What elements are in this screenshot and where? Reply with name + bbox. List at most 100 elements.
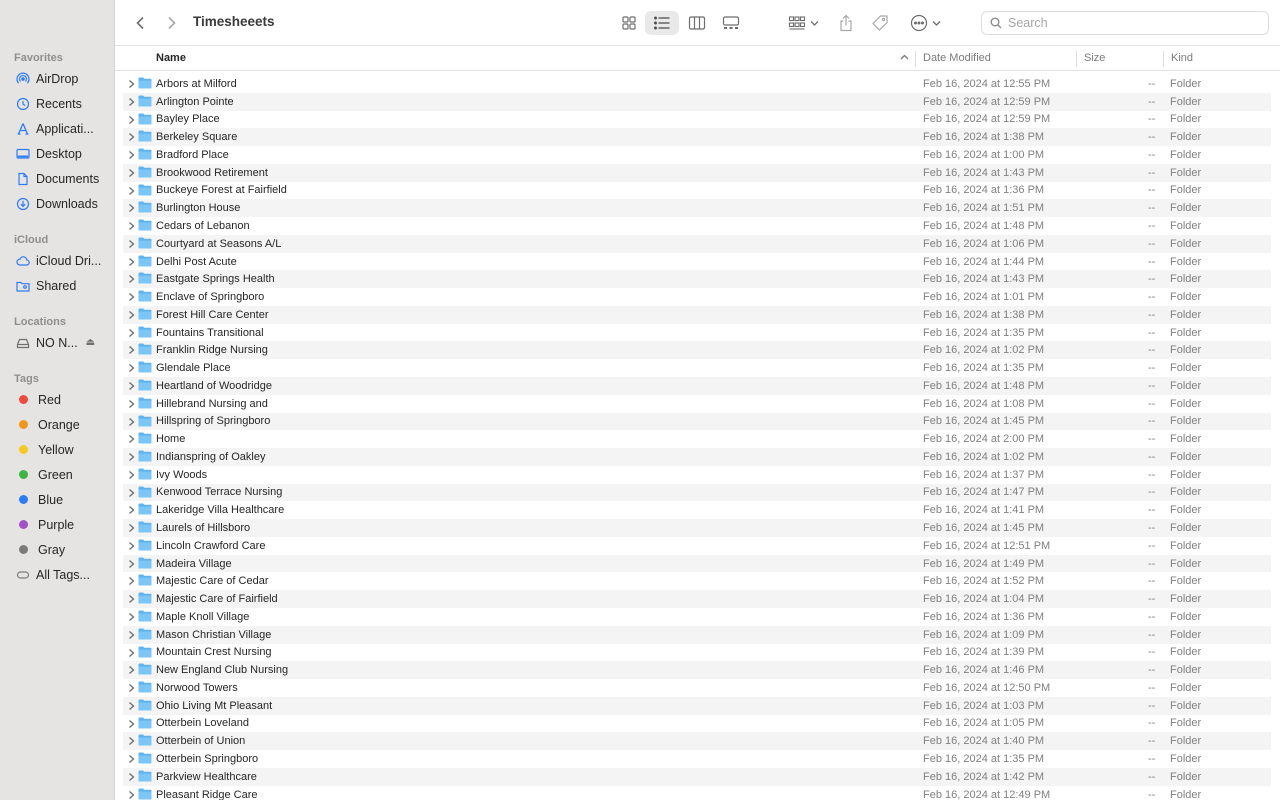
table-row[interactable]: Laurels of Hillsboro Feb 16, 2024 at 1:45… (123, 519, 1271, 537)
group-by-button[interactable] (783, 11, 823, 35)
disclosure-chevron-icon[interactable] (126, 238, 136, 250)
disclosure-chevron-icon[interactable] (126, 149, 136, 161)
table-row[interactable]: Buckeye Forest at Fairfield Feb 16, 2024 … (123, 182, 1271, 200)
disclosure-chevron-icon[interactable] (126, 629, 136, 641)
disclosure-chevron-icon[interactable] (126, 718, 136, 730)
gallery-view-button[interactable] (717, 11, 745, 35)
table-row[interactable]: Norwood Towers Feb 16, 2024 at 12:50 PM --… (123, 679, 1271, 697)
table-row[interactable]: Otterbein of Union Feb 16, 2024 at 1:40 P… (123, 732, 1271, 751)
disclosure-chevron-icon[interactable] (126, 469, 136, 481)
search-input[interactable] (1008, 16, 1248, 30)
column-divider[interactable] (1076, 51, 1077, 67)
sidebar-item-applications[interactable]: Applicati... (0, 116, 114, 141)
sidebar-item-shared[interactable]: Shared (0, 273, 114, 298)
disclosure-chevron-icon[interactable] (126, 487, 136, 499)
table-row[interactable]: Madeira Village Feb 16, 2024 at 1:49 PM --… (123, 554, 1271, 573)
sidebar-item-tag-orange[interactable]: Orange (0, 412, 114, 437)
table-row[interactable]: Brookwood Retirement Feb 16, 2024 at 1:43… (123, 163, 1271, 182)
table-row[interactable]: Otterbein Loveland Feb 16, 2024 at 1:05 P… (123, 715, 1271, 733)
table-row[interactable]: Lakeridge Villa Healthcare Feb 16, 2024 a… (123, 501, 1271, 519)
disclosure-chevron-icon[interactable] (126, 167, 136, 179)
table-row[interactable]: Cedars of Lebanon Feb 16, 2024 at 1:48 PM… (123, 217, 1271, 235)
sidebar-item-tag-red[interactable]: Red (0, 387, 114, 412)
table-row[interactable]: Pleasant Ridge Care Feb 16, 2024 at 12:49… (123, 786, 1271, 800)
disclosure-chevron-icon[interactable] (126, 647, 136, 659)
disclosure-chevron-icon[interactable] (126, 185, 136, 197)
sidebar-item-all-tags[interactable]: All Tags... (0, 562, 114, 587)
table-row[interactable]: Hillebrand Nursing and Feb 16, 2024 at 1:… (123, 395, 1271, 413)
sidebar-item-tag-gray[interactable]: Gray (0, 537, 114, 562)
disclosure-chevron-icon[interactable] (126, 309, 136, 321)
disclosure-chevron-icon[interactable] (126, 540, 136, 552)
sidebar-item-icloud-drive[interactable]: iCloud Dri... (0, 248, 114, 273)
table-row[interactable]: Arlington Pointe Feb 16, 2024 at 12:59 PM… (123, 92, 1271, 111)
disclosure-chevron-icon[interactable] (126, 451, 136, 463)
disclosure-chevron-icon[interactable] (126, 256, 136, 268)
disclosure-chevron-icon[interactable] (126, 344, 136, 356)
sidebar-item-desktop[interactable]: Desktop (0, 141, 114, 166)
disclosure-chevron-icon[interactable] (126, 380, 136, 392)
column-kind-header[interactable]: Kind (1171, 47, 1193, 71)
forward-button[interactable] (163, 11, 181, 35)
table-row[interactable]: Berkeley Square Feb 16, 2024 at 1:38 PM --… (123, 128, 1271, 147)
disclosure-chevron-icon[interactable] (126, 504, 136, 516)
table-row[interactable]: Ivy Woods Feb 16, 2024 at 1:37 PM -- Folder (123, 466, 1271, 484)
disclosure-chevron-icon[interactable] (126, 753, 136, 765)
table-row[interactable]: Majestic Care of Fairfield Feb 16, 2024 a… (123, 590, 1271, 608)
table-row[interactable]: Mason Christian Village Feb 16, 2024 at 1… (123, 625, 1271, 644)
table-row[interactable]: Parkview Healthcare Feb 16, 2024 at 1:42 … (123, 767, 1271, 786)
table-row[interactable]: Franklin Ridge Nursing Feb 16, 2024 at 1:… (123, 341, 1271, 360)
column-size-header[interactable]: Size (1084, 47, 1105, 71)
list-view-button[interactable] (645, 11, 679, 35)
disclosure-chevron-icon[interactable] (126, 611, 136, 623)
column-name-header[interactable]: Name (156, 47, 916, 71)
disclosure-chevron-icon[interactable] (126, 593, 136, 605)
disclosure-chevron-icon[interactable] (126, 131, 136, 143)
disclosure-chevron-icon[interactable] (126, 78, 136, 90)
table-row[interactable]: Courtyard at Seasons A/L Feb 16, 2024 at … (123, 234, 1271, 253)
disclosure-chevron-icon[interactable] (126, 575, 136, 587)
disclosure-chevron-icon[interactable] (126, 416, 136, 428)
sidebar-item-tag-green[interactable]: Green (0, 462, 114, 487)
table-row[interactable]: Home Feb 16, 2024 at 2:00 PM -- Folder (123, 430, 1271, 448)
disclosure-chevron-icon[interactable] (126, 522, 136, 534)
sidebar-item-tag-blue[interactable]: Blue (0, 487, 114, 512)
table-row[interactable]: Arbors at Milford Feb 16, 2024 at 12:55 P… (123, 75, 1271, 93)
disclosure-chevron-icon[interactable] (126, 114, 136, 126)
table-row[interactable]: New England Club Nursing Feb 16, 2024 at … (123, 661, 1271, 680)
sidebar-item-tag-purple[interactable]: Purple (0, 512, 114, 537)
table-row[interactable]: Indianspring of Oakley Feb 16, 2024 at 1:… (123, 448, 1271, 466)
disclosure-chevron-icon[interactable] (126, 664, 136, 676)
column-date-header[interactable]: Date Modified (923, 47, 991, 71)
tag-button[interactable] (869, 11, 891, 35)
table-row[interactable]: Delhi Post Acute Feb 16, 2024 at 1:44 PM -… (123, 253, 1271, 271)
share-button[interactable] (835, 11, 857, 35)
disclosure-chevron-icon[interactable] (126, 220, 136, 232)
sidebar-item-documents[interactable]: Documents (0, 166, 114, 191)
back-button[interactable] (131, 11, 149, 35)
table-row[interactable]: Heartland of Woodridge Feb 16, 2024 at 1:… (123, 377, 1271, 395)
table-row[interactable]: Kenwood Terrace Nursing Feb 16, 2024 at 1… (123, 483, 1271, 502)
column-view-button[interactable] (683, 11, 711, 35)
table-row[interactable]: Maple Knoll Village Feb 16, 2024 at 1:36 … (123, 608, 1271, 626)
table-row[interactable]: Ohio Living Mt Pleasant Feb 16, 2024 at 1… (123, 696, 1271, 715)
table-row[interactable]: Bayley Place Feb 16, 2024 at 12:59 PM -- Fo… (123, 111, 1271, 129)
table-row[interactable]: Forest Hill Care Center Feb 16, 2024 at 1… (123, 305, 1271, 324)
disclosure-chevron-icon[interactable] (126, 202, 136, 214)
disclosure-chevron-icon[interactable] (126, 327, 136, 339)
table-row[interactable]: Bradford Place Feb 16, 2024 at 1:00 PM -- F… (123, 146, 1271, 164)
sidebar-item-downloads[interactable]: Downloads (0, 191, 114, 216)
sidebar-item-tag-yellow[interactable]: Yellow (0, 437, 114, 462)
column-divider[interactable] (915, 51, 916, 67)
disclosure-chevron-icon[interactable] (126, 273, 136, 285)
table-row[interactable]: Majestic Care of Cedar Feb 16, 2024 at 1:… (123, 572, 1271, 590)
sidebar-item-recents[interactable]: Recents (0, 91, 114, 116)
disclosure-chevron-icon[interactable] (126, 558, 136, 570)
disclosure-chevron-icon[interactable] (126, 433, 136, 445)
table-row[interactable]: Burlington House Feb 16, 2024 at 1:51 PM -… (123, 199, 1271, 218)
search-field[interactable] (981, 11, 1269, 35)
disclosure-chevron-icon[interactable] (126, 291, 136, 303)
table-row[interactable]: Hillspring of Springboro Feb 16, 2024 at … (123, 412, 1271, 431)
eject-icon[interactable]: ⏏ (86, 337, 95, 348)
table-row[interactable]: Glendale Place Feb 16, 2024 at 1:35 PM -- F… (123, 359, 1271, 377)
